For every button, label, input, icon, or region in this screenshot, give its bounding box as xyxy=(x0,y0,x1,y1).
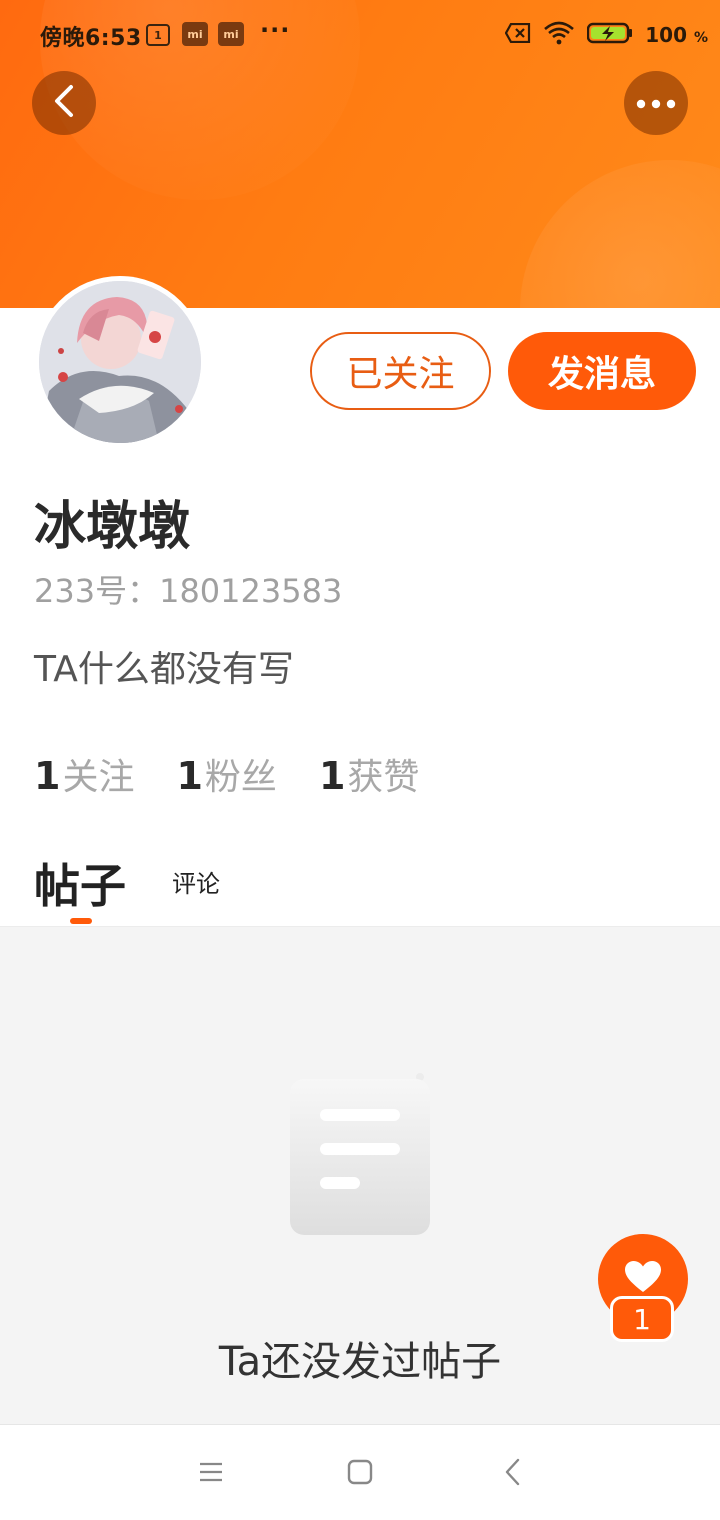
system-nav-bar xyxy=(0,1424,720,1520)
mi-store-icon: mi xyxy=(218,22,244,46)
sim-off-icon xyxy=(504,22,531,47)
avatar-image xyxy=(39,281,201,443)
username: 冰墩墩 xyxy=(34,497,191,557)
stat-number: 1 xyxy=(318,754,346,798)
chevron-left-icon xyxy=(504,1458,520,1490)
send-message-button[interactable]: 发消息 xyxy=(508,332,696,410)
followers-count[interactable]: 1 粉丝 xyxy=(176,748,276,800)
tab-posts[interactable]: 帖子 xyxy=(34,850,126,916)
status-time: 傍晚6:53 xyxy=(40,26,142,51)
empty-document-icon xyxy=(272,1071,434,1237)
menu-icon xyxy=(199,1461,223,1487)
back-button[interactable] xyxy=(32,71,96,135)
profile-stats: 1 关注 1 粉丝 1 获赞 xyxy=(34,748,419,800)
more-options-button[interactable] xyxy=(624,71,688,135)
stat-number: 1 xyxy=(34,754,61,798)
battery-level: 100 % xyxy=(645,23,708,47)
posts-list: Ta还没发过帖子 xyxy=(0,926,720,1424)
tab-comments[interactable]: 评论 xyxy=(172,864,220,899)
battery-charging-icon xyxy=(587,22,633,48)
home-square-icon xyxy=(347,1459,373,1489)
home-button[interactable] xyxy=(345,1459,375,1489)
banner-decoration xyxy=(520,160,720,308)
stat-label: 获赞 xyxy=(347,757,420,798)
status-bar: 傍晚6:53 1 mi mi ··· 100 % xyxy=(0,0,720,70)
mi-store-icon: mi xyxy=(182,22,208,46)
system-back-button[interactable] xyxy=(497,1458,527,1490)
recent-apps-button[interactable] xyxy=(196,1459,226,1489)
user-bio: TA什么都没有写 xyxy=(34,649,294,690)
content-tabs: 帖子 评论 xyxy=(34,850,714,926)
heart-icon xyxy=(624,1260,662,1298)
stat-label: 粉丝 xyxy=(204,757,277,798)
chevron-left-icon xyxy=(52,84,76,122)
following-button[interactable]: 已关注 xyxy=(310,332,491,410)
active-tab-indicator xyxy=(70,918,92,924)
following-count[interactable]: 1 关注 xyxy=(34,748,134,800)
more-dots-icon xyxy=(636,94,676,113)
calendar-icon: 1 xyxy=(146,24,170,46)
stat-number: 1 xyxy=(176,754,203,798)
likes-received-count: 1 获赞 xyxy=(319,748,419,800)
more-notifications-icon: ··· xyxy=(260,16,291,44)
stat-label: 关注 xyxy=(62,757,135,798)
wifi-icon xyxy=(543,21,575,49)
avatar[interactable] xyxy=(34,276,206,448)
like-count-badge: 1 xyxy=(610,1296,674,1342)
user-id: 233号：180123583 xyxy=(34,572,343,610)
